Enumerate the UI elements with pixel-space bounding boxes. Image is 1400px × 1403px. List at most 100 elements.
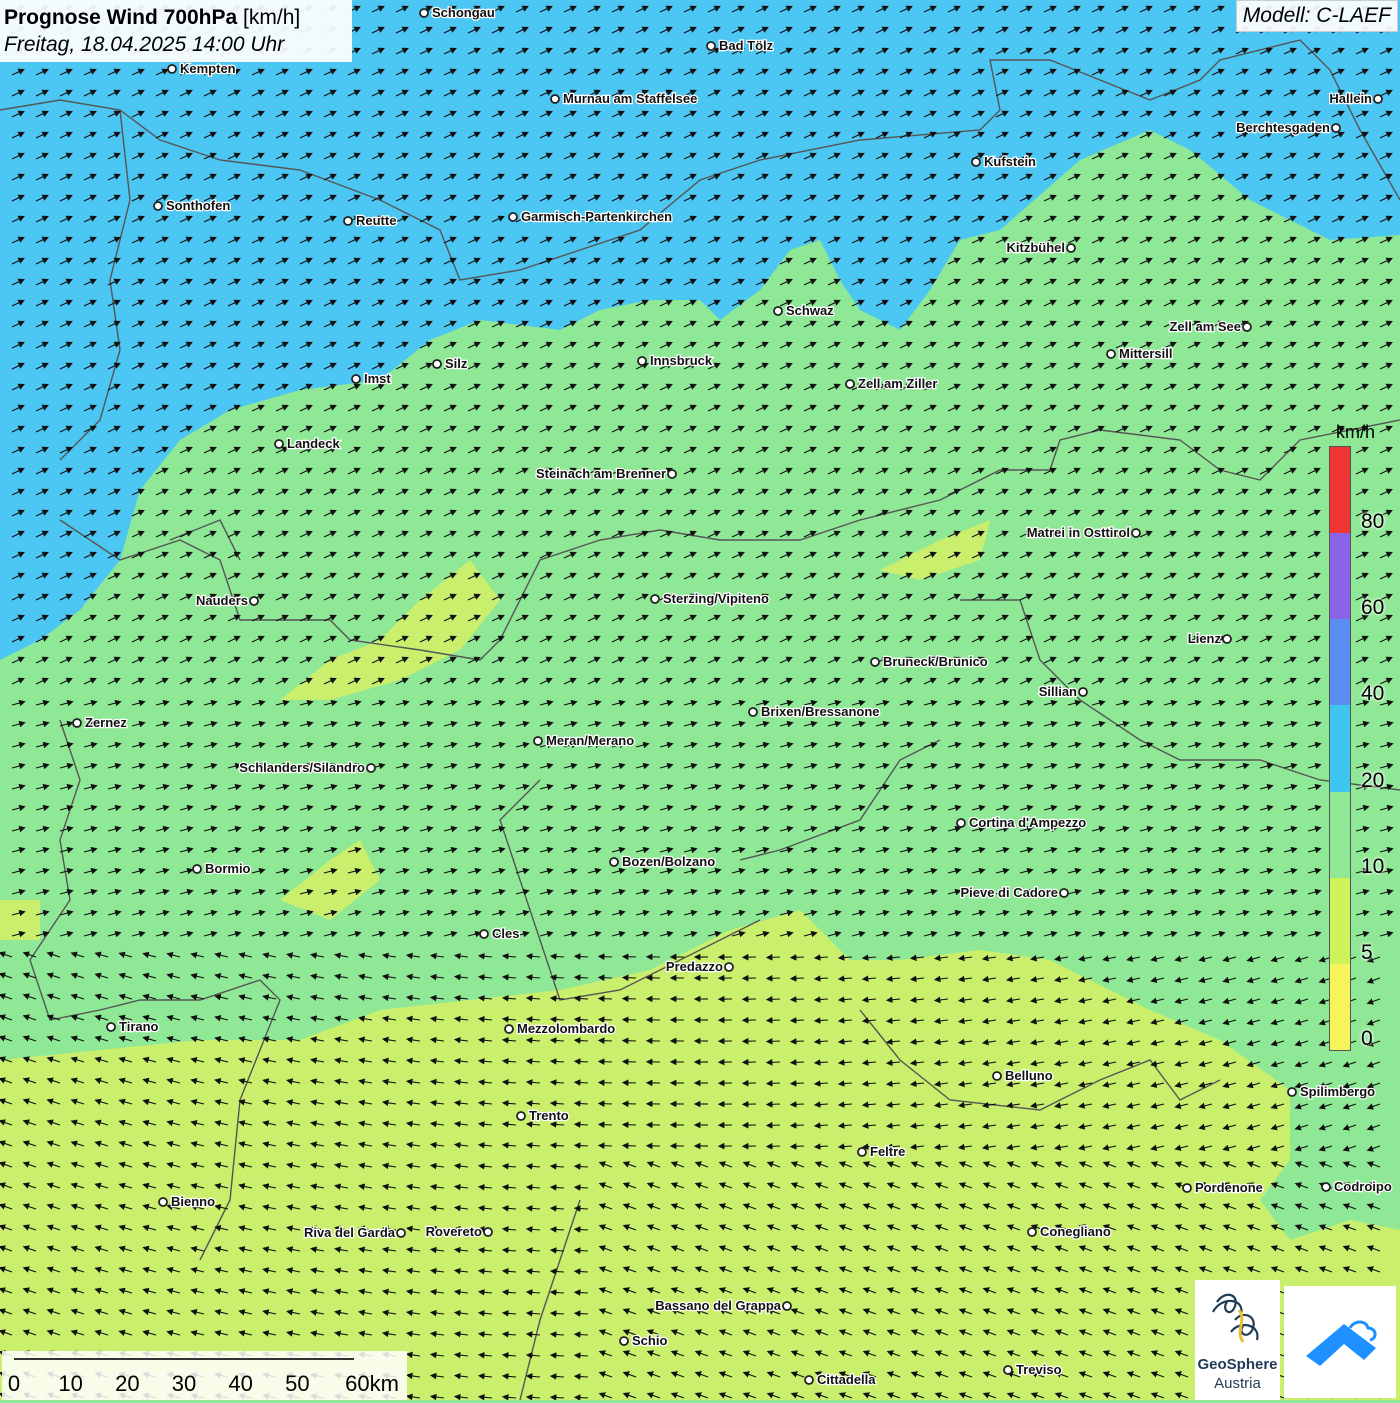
city-marker: Garmisch-Partenkirchen: [509, 209, 672, 224]
city-dot: [420, 9, 428, 17]
city-marker: Zell am See: [1169, 319, 1251, 334]
scale-label: 30: [172, 1371, 196, 1397]
city-dot: [1183, 1184, 1191, 1192]
city-label: Treviso: [1016, 1362, 1062, 1377]
legend-color-step: [1330, 705, 1350, 791]
wind-arrow: [576, 1229, 588, 1230]
forecast-date: Freitag, 18.04.2025 14:00 Uhr: [4, 31, 348, 58]
logo-line1: GeoSphere: [1195, 1356, 1280, 1373]
city-dot: [344, 217, 352, 225]
city-marker: Conegliano: [1028, 1224, 1111, 1239]
city-marker: Cortina d'Ampezzo: [957, 815, 1086, 830]
geosphere-logo[interactable]: GeoSphere Austria: [1195, 1280, 1280, 1400]
city-dot: [505, 1025, 513, 1033]
legend-color-step: [1330, 792, 1350, 878]
wind-arrow: [600, 1062, 612, 1063]
city-label: Zell am Ziller: [858, 376, 937, 391]
city-dot: [871, 658, 879, 666]
city-dot: [610, 858, 618, 866]
city-marker: Riva del Garda: [304, 1225, 405, 1240]
city-dot: [668, 470, 676, 478]
city-dot: [774, 307, 782, 315]
legend-tick-label: 40: [1361, 682, 1384, 706]
app-logo[interactable]: [1284, 1286, 1396, 1398]
wind-arrow: [792, 1146, 804, 1147]
legend-tick-label: 60: [1361, 596, 1384, 620]
legend-color-step: [1330, 533, 1350, 619]
city-dot: [517, 1112, 525, 1120]
city-dot: [725, 963, 733, 971]
city-label: Silz: [445, 356, 468, 371]
legend-bar: [1329, 446, 1351, 1051]
wind-arrow: [600, 1020, 612, 1021]
wind-arrow: [768, 1104, 780, 1105]
wind-arrow: [768, 978, 780, 979]
city-label: Spilimbergo: [1300, 1084, 1375, 1099]
city-dot: [957, 819, 965, 827]
wind-arrow: [600, 1104, 612, 1105]
wind-arrow: [792, 1104, 804, 1105]
city-label: Pieve di Cadore: [960, 885, 1058, 900]
city-dot: [484, 1228, 492, 1236]
city-marker: Bruneck/Brunico: [871, 654, 988, 669]
city-label: Lienz: [1188, 631, 1222, 646]
wind-arrow: [576, 1187, 588, 1188]
wind-arrow: [600, 1083, 612, 1084]
wind-arrow: [576, 1166, 588, 1167]
wind-arrow: [792, 1125, 804, 1126]
wind-arrow: [600, 1041, 612, 1042]
wind-arrow: [768, 1125, 780, 1126]
scale-label: 60km: [345, 1371, 399, 1397]
wind-arrow: [576, 1019, 588, 1020]
city-marker: Schlanders/Silandro: [239, 760, 375, 775]
legend-color-step: [1330, 964, 1350, 1050]
city-dot: [107, 1023, 115, 1031]
city-label: Garmisch-Partenkirchen: [521, 209, 672, 224]
city-marker: Pieve di Cadore: [960, 885, 1068, 900]
city-label: Schlanders/Silandro: [239, 760, 365, 775]
city-dot: [193, 865, 201, 873]
wind-arrow: [576, 1250, 588, 1251]
legend-tick-label: 5: [1361, 941, 1373, 965]
legend-color-step: [1330, 619, 1350, 705]
city-dot: [480, 930, 488, 938]
wind-arrow: [792, 978, 804, 979]
wind-arrow: [576, 1103, 588, 1104]
color-legend: km/h 051020406080: [1325, 420, 1397, 1060]
scale-label: 10: [58, 1371, 82, 1397]
city-label: Imst: [364, 371, 391, 386]
wind-arrow: [576, 1145, 588, 1146]
city-marker: Innsbruck: [638, 353, 713, 368]
city-dot: [1107, 350, 1115, 358]
model-label: Modell: C-LAEF: [1236, 0, 1398, 32]
wind-arrow: [576, 1334, 588, 1335]
city-marker: Schongau: [420, 5, 495, 20]
legend-tick-label: 80: [1361, 510, 1384, 534]
city-label: Zernez: [85, 715, 127, 730]
city-label: Cortina d'Ampezzo: [969, 815, 1086, 830]
city-label: Bozen/Bolzano: [622, 854, 715, 869]
city-dot: [1223, 635, 1231, 643]
city-dot: [972, 158, 980, 166]
city-label: Cittadella: [817, 1372, 876, 1387]
city-dot: [1060, 889, 1068, 897]
city-label: Meran/Merano: [546, 733, 634, 748]
wind-arrow: [576, 1208, 588, 1209]
city-label: Bad Tölz: [719, 38, 774, 53]
legend-unit: km/h: [1336, 422, 1375, 443]
city-marker: Sterzing/Vipiteno: [651, 591, 769, 606]
city-label: Landeck: [287, 436, 341, 451]
scale-bar: 0102030405060km: [2, 1351, 407, 1400]
wind-arrow: [792, 999, 804, 1000]
city-dot: [1067, 244, 1075, 252]
logo-line2: Austria: [1195, 1375, 1280, 1392]
title-main: Prognose Wind 700hPa: [4, 6, 237, 29]
city-label: Mezzolombardo: [517, 1021, 615, 1036]
wind-arrow: [768, 957, 780, 958]
city-dot: [1332, 124, 1340, 132]
wind-arrow: [576, 1061, 588, 1062]
city-dot: [1374, 95, 1382, 103]
wind-arrow: [576, 1124, 588, 1125]
wind-arrow: [792, 1062, 804, 1063]
city-dot: [1132, 529, 1140, 537]
